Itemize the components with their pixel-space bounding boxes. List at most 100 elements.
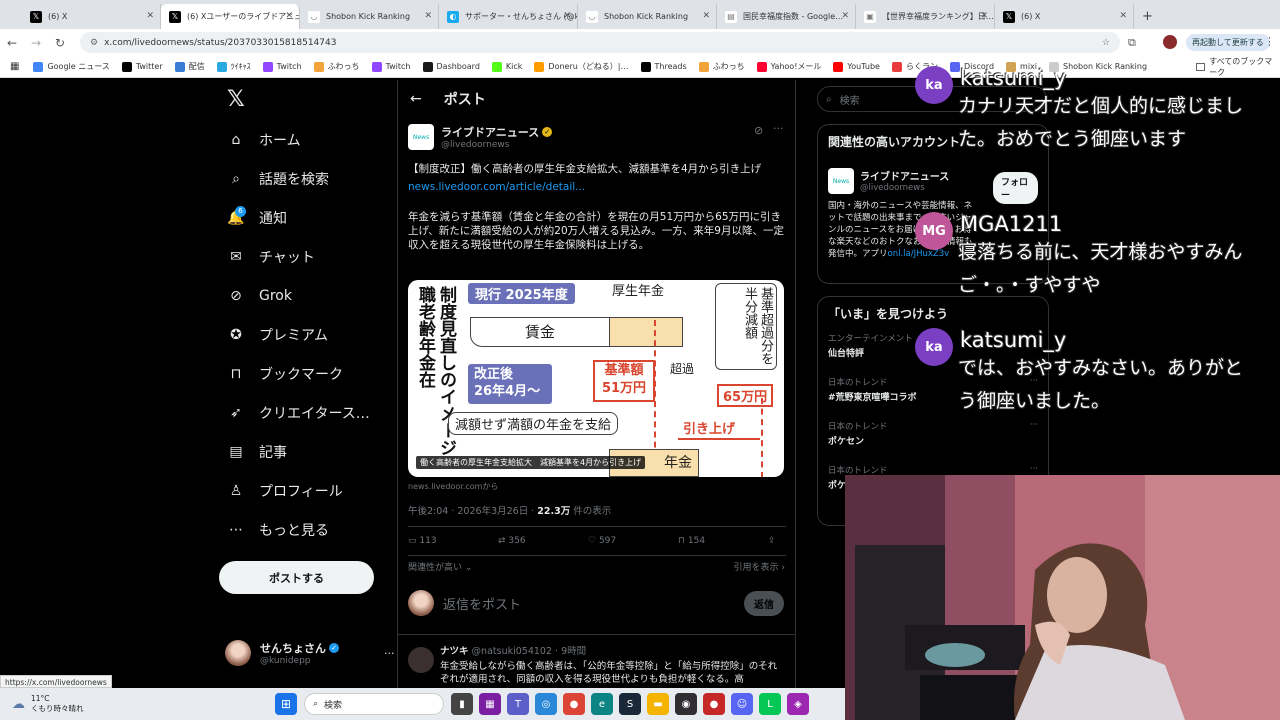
grok-icon[interactable]: ⊘ [754,124,763,137]
nav-item-more[interactable]: ⋯ もっと見る [215,510,395,549]
steam-icon[interactable]: S [619,693,641,715]
author-name[interactable]: ライブドアニュース [441,124,539,140]
task-view-icon[interactable]: ▮ [451,693,473,715]
tab-title: 国民幸福度指数 - Google… [743,12,844,21]
account-switcher[interactable]: せんちょさん ✓ @kunidepp ··· [225,640,395,666]
widgets-icon[interactable]: ▦ [479,693,501,715]
taskbar-search[interactable]: ⌕ 検索 [304,693,444,715]
source-label[interactable]: news.livedoor.comから [408,481,498,492]
browser-tab[interactable]: 𝕏 (6) X ✕ [995,4,1134,29]
like-button[interactable]: ♡ 597 [588,536,678,546]
repost-button[interactable]: ⇄ 356 [498,536,588,546]
bookmark-item[interactable]: ふわっち [698,61,745,72]
close-icon[interactable]: ✕ [285,11,293,21]
browser-tab[interactable]: ▣ 【世界幸福度ランキング】日… ✕ [856,4,995,29]
nav-item-verified[interactable]: ✪ プレミアム [215,315,395,354]
profile-avatar[interactable] [1163,35,1177,49]
bookmark-button[interactable]: ⊓ 154 [678,536,768,546]
tab-favicon-icon: 𝕏 [1003,10,1015,23]
close-icon[interactable]: ✕ [563,11,571,21]
weather-widget[interactable]: ☁ 11°C くもり時々晴れ [12,694,272,714]
record-icon[interactable]: ● [703,693,725,715]
reply-name[interactable]: ナツキ [440,646,469,657]
close-icon[interactable]: ✕ [424,11,432,21]
reply-submit-button[interactable]: 返信 [744,590,784,616]
close-icon[interactable]: ✕ [1119,11,1127,21]
share-icon[interactable]: ⇪ [768,536,776,546]
nav-item-grok[interactable]: ⊘ Grok [215,276,395,315]
bookmark-item[interactable]: Threads [640,61,687,72]
repost-icon: ⇄ [498,536,506,546]
new-tab-button[interactable]: + [1134,9,1161,29]
view-quotes[interactable]: 引用を表示 › [734,560,785,573]
start-icon[interactable]: ⊞ [275,693,297,715]
bookmark-item[interactable]: Kick [491,61,522,72]
bookmark-item[interactable]: YouTube [833,61,880,72]
x-logo-icon[interactable]: 𝕏 [215,80,395,120]
related-avatar[interactable]: News [828,168,854,194]
nav-item-search[interactable]: ⌕ 話題を検索 [215,159,395,198]
chat-message: ka katsumi_y カナリ天才だと個人的に感じました。おめでとう御座います [915,66,1260,156]
close-icon[interactable]: ✕ [146,11,154,21]
bookmark-item[interactable]: ﾂｲｷｬｽ [216,61,251,72]
post-link[interactable]: news.livedoor.com/article/detail... [408,180,786,194]
reload-icon[interactable]: ↻ [48,36,72,50]
back-arrow-icon[interactable]: ← [410,91,422,107]
author-avatar[interactable]: News [408,124,434,150]
bookmark-item[interactable]: Twitch [371,61,411,72]
extensions-icon[interactable]: ⧉ [1128,36,1136,50]
browser-tab[interactable]: ◐ サポーター・せんちょさん (@k… ✕ [439,4,578,29]
bookmark-item[interactable]: Twitter [121,61,163,72]
author-handle[interactable]: @livedoornews [441,140,552,150]
browser-tab[interactable]: ◡ Shobon Kick Ranking ✕ [300,4,439,29]
nav-item-person[interactable]: ♙ プロフィール [215,471,395,510]
post-image[interactable]: 制度見直しのイメージ職老齢年金在 現行 2025年度 厚生年金 賃金 基準超過分… [408,280,784,477]
address-bar[interactable]: ⚙ x.com/livedoornews/status/203703301581… [80,32,1120,53]
restart-update-button[interactable]: 再起動して更新する [1186,34,1270,51]
copilot-icon[interactable]: ◎ [535,693,557,715]
close-icon[interactable]: ✕ [980,11,988,21]
browser-tab[interactable]: ▤ 国民幸福度指数 - Google… ✕ [717,4,856,29]
bookmark-item[interactable]: Doneru（どねる）|… [534,61,629,72]
obs-icon[interactable]: ◉ [675,693,697,715]
nav-item-bell[interactable]: 🔔 6 通知 [215,198,395,237]
star-icon[interactable]: ☆ [1102,38,1110,48]
chrome-icon[interactable]: ● [563,693,585,715]
line-icon[interactable]: L [759,693,781,715]
nav-item-rocket[interactable]: ➶ クリエイタース… [215,393,395,432]
more-icon[interactable]: ··· [384,647,395,660]
browser-tab[interactable]: 𝕏 (6) Xユーザーのライブドアニュ… ✕ [161,4,300,29]
reply-button[interactable]: ▭ 113 [408,536,498,546]
sort-relevance[interactable]: 関連性が高い ⌄ [408,560,472,573]
nav-item-bookmark[interactable]: ⊓ ブックマーク [215,354,395,393]
reply-input[interactable]: 返信をポスト [443,594,521,613]
edge-icon[interactable]: e [591,693,613,715]
browser-tab[interactable]: 𝕏 (6) X ✕ [22,4,161,29]
discord-icon[interactable]: ☺ [731,693,753,715]
nav-item-home[interactable]: ⌂ ホーム [215,120,395,159]
folder-icon[interactable]: ▬ [647,693,669,715]
app-icon[interactable]: ◈ [787,693,809,715]
close-icon[interactable]: ✕ [841,11,849,21]
menu-icon[interactable]: ⋮ [1264,35,1275,48]
nav-item-article[interactable]: ▤ 記事 [215,432,395,471]
more-icon[interactable]: ··· [773,122,784,135]
reply-item[interactable]: ナツキ @natsuki054102 · 9時間 年金受給しながら働く高齢者は、… [408,643,786,686]
apps-icon[interactable]: ▦ [10,61,19,72]
bookmark-item[interactable]: 配信 [174,61,205,72]
more-icon[interactable]: ··· [1030,464,1038,474]
chat-message: ka katsumi_y では、おやすみなさい。ありがとう御座いました。 [915,328,1260,418]
post-button[interactable]: ポストする [219,561,374,594]
bookmark-item[interactable]: Dashboard [422,61,480,72]
site-info-icon[interactable]: ⚙ [90,38,98,48]
nav-item-mail[interactable]: ✉ チャット [215,237,395,276]
back-icon[interactable]: ← [0,36,24,50]
bookmark-item[interactable]: Twitch [262,61,302,72]
bookmark-item[interactable]: Yahoo!メール [756,61,821,72]
browser-tab[interactable]: ◡ Shobon Kick Ranking ✕ [578,4,717,29]
teams-icon[interactable]: T [507,693,529,715]
bookmark-item[interactable]: ふわっち [313,61,360,72]
close-icon[interactable]: ✕ [702,11,710,21]
bookmark-item[interactable]: Google ニュース [33,61,110,72]
forward-icon[interactable]: → [24,36,48,50]
